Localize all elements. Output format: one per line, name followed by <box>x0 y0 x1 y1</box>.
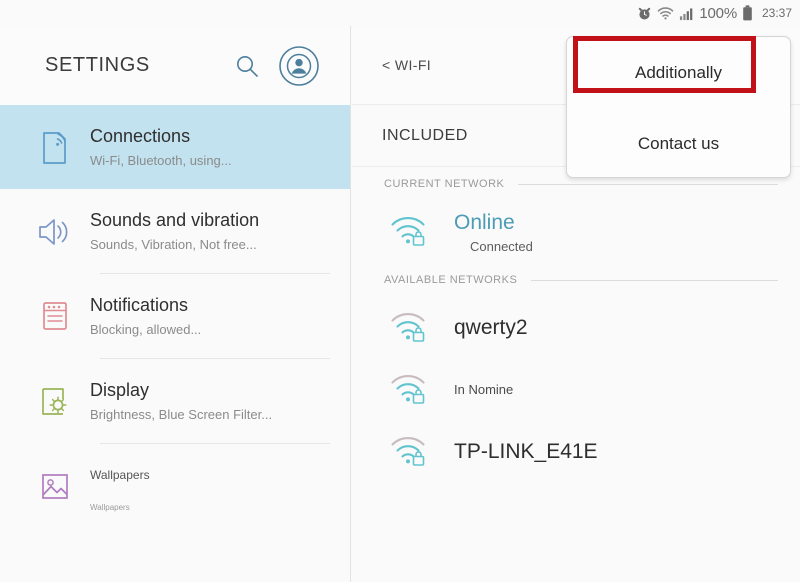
wifi-lock-icon <box>384 369 436 411</box>
sidebar-item-sounds-and-vibration[interactable]: Sounds and vibration Sounds, Vibration, … <box>0 189 350 273</box>
sidebar-item-connections[interactable]: Connections Wi-Fi, Bluetooth, using... <box>0 105 350 189</box>
section-header-rule <box>518 183 778 185</box>
section-header-label: CURRENT NETWORK <box>384 178 505 190</box>
network-name: Online <box>454 211 515 234</box>
battery-percent-label: 100% <box>699 4 737 22</box>
sidebar-item-sublabel: Wi-Fi, Bluetooth, using... <box>90 153 232 168</box>
network-name: qwerty2 <box>454 316 528 339</box>
settings-sidebar: SETTINGS Connections Wi-Fi, Bluetooth, u… <box>0 26 351 582</box>
speaker-icon <box>30 209 80 255</box>
settings-screen: 100% 23:37 SETTINGS Connections Wi-Fi, B… <box>0 0 800 582</box>
connections-icon <box>30 125 80 171</box>
network-row-current[interactable]: Online Connected <box>352 201 800 263</box>
signal-bars-icon <box>679 6 694 21</box>
section-header-label: AVAILABLE NETWORKS <box>384 274 518 286</box>
network-row[interactable]: qwerty2 <box>352 297 800 359</box>
sidebar-item-wallpapers[interactable]: Wallpapers Wallpapers <box>0 444 350 534</box>
sidebar-item-sublabel: Sounds, Vibration, Not free... <box>90 237 257 252</box>
search-icon[interactable] <box>234 53 260 79</box>
overflow-menu-popup: Additionally Contact us <box>566 36 791 178</box>
network-status: Connected <box>470 239 533 254</box>
header-actions <box>234 45 350 87</box>
network-row-text: TP-LINK_E41E <box>436 439 598 465</box>
image-icon <box>30 464 80 510</box>
sidebar-item-text: Connections Wi-Fi, Bluetooth, using... <box>80 123 232 169</box>
section-header-available-networks: AVAILABLE NETWORKS <box>352 263 800 297</box>
wifi-lock-icon <box>384 211 436 253</box>
wifi-lock-icon <box>384 307 436 349</box>
sidebar-item-notifications[interactable]: Notifications Blocking, allowed... <box>0 274 350 358</box>
sidebar-item-sublabel: Blocking, allowed... <box>90 322 202 337</box>
notifications-icon <box>30 294 80 340</box>
page-title: SETTINGS <box>45 54 150 76</box>
sidebar-header: SETTINGS <box>0 26 350 105</box>
network-name: In Nomine <box>454 382 514 397</box>
menu-item-contact-us[interactable]: Contact us <box>567 108 790 179</box>
sidebar-item-text: Display Brightness, Blue Screen Filter..… <box>80 377 272 423</box>
sidebar-item-label: Notifications <box>90 295 189 315</box>
sidebar-item-label: Sounds and vibration <box>90 210 260 230</box>
status-bar: 100% 23:37 <box>0 0 800 26</box>
menu-item-additionally[interactable]: Additionally <box>567 37 790 108</box>
battery-icon <box>742 5 753 21</box>
menu-item-label: Additionally <box>635 62 722 82</box>
account-circle-icon[interactable] <box>278 45 320 87</box>
sidebar-item-display[interactable]: Display Brightness, Blue Screen Filter..… <box>0 359 350 443</box>
network-row-text: qwerty2 <box>436 315 528 341</box>
sidebar-item-sublabel: Brightness, Blue Screen Filter... <box>90 407 273 422</box>
sidebar-item-label: Wallpapers <box>90 468 150 482</box>
network-name: TP-LINK_E41E <box>454 440 598 463</box>
wifi-icon <box>657 6 674 21</box>
network-row-text: Online Connected <box>436 210 533 254</box>
wifi-lock-icon <box>384 431 436 473</box>
network-row[interactable]: TP-LINK_E41E <box>352 421 800 483</box>
back-to-wifi-link[interactable]: < WI-FI <box>382 57 431 73</box>
display-brightness-icon <box>30 379 80 425</box>
sidebar-item-text: Wallpapers Wallpapers <box>80 462 150 516</box>
sidebar-item-text: Sounds and vibration Sounds, Vibration, … <box>80 207 259 253</box>
sidebar-item-label: Display <box>90 380 150 400</box>
sidebar-item-sublabel: Wallpapers <box>90 503 130 512</box>
menu-item-label: Contact us <box>637 133 720 153</box>
section-header-rule <box>531 279 778 281</box>
network-row[interactable]: In Nomine <box>352 359 800 421</box>
alarm-clock-icon <box>637 6 652 21</box>
included-label: INCLUDED <box>382 126 468 144</box>
clock-label: 23:37 <box>761 6 792 20</box>
sidebar-item-text: Notifications Blocking, allowed... <box>80 292 201 338</box>
sidebar-item-label: Connections <box>90 126 191 146</box>
